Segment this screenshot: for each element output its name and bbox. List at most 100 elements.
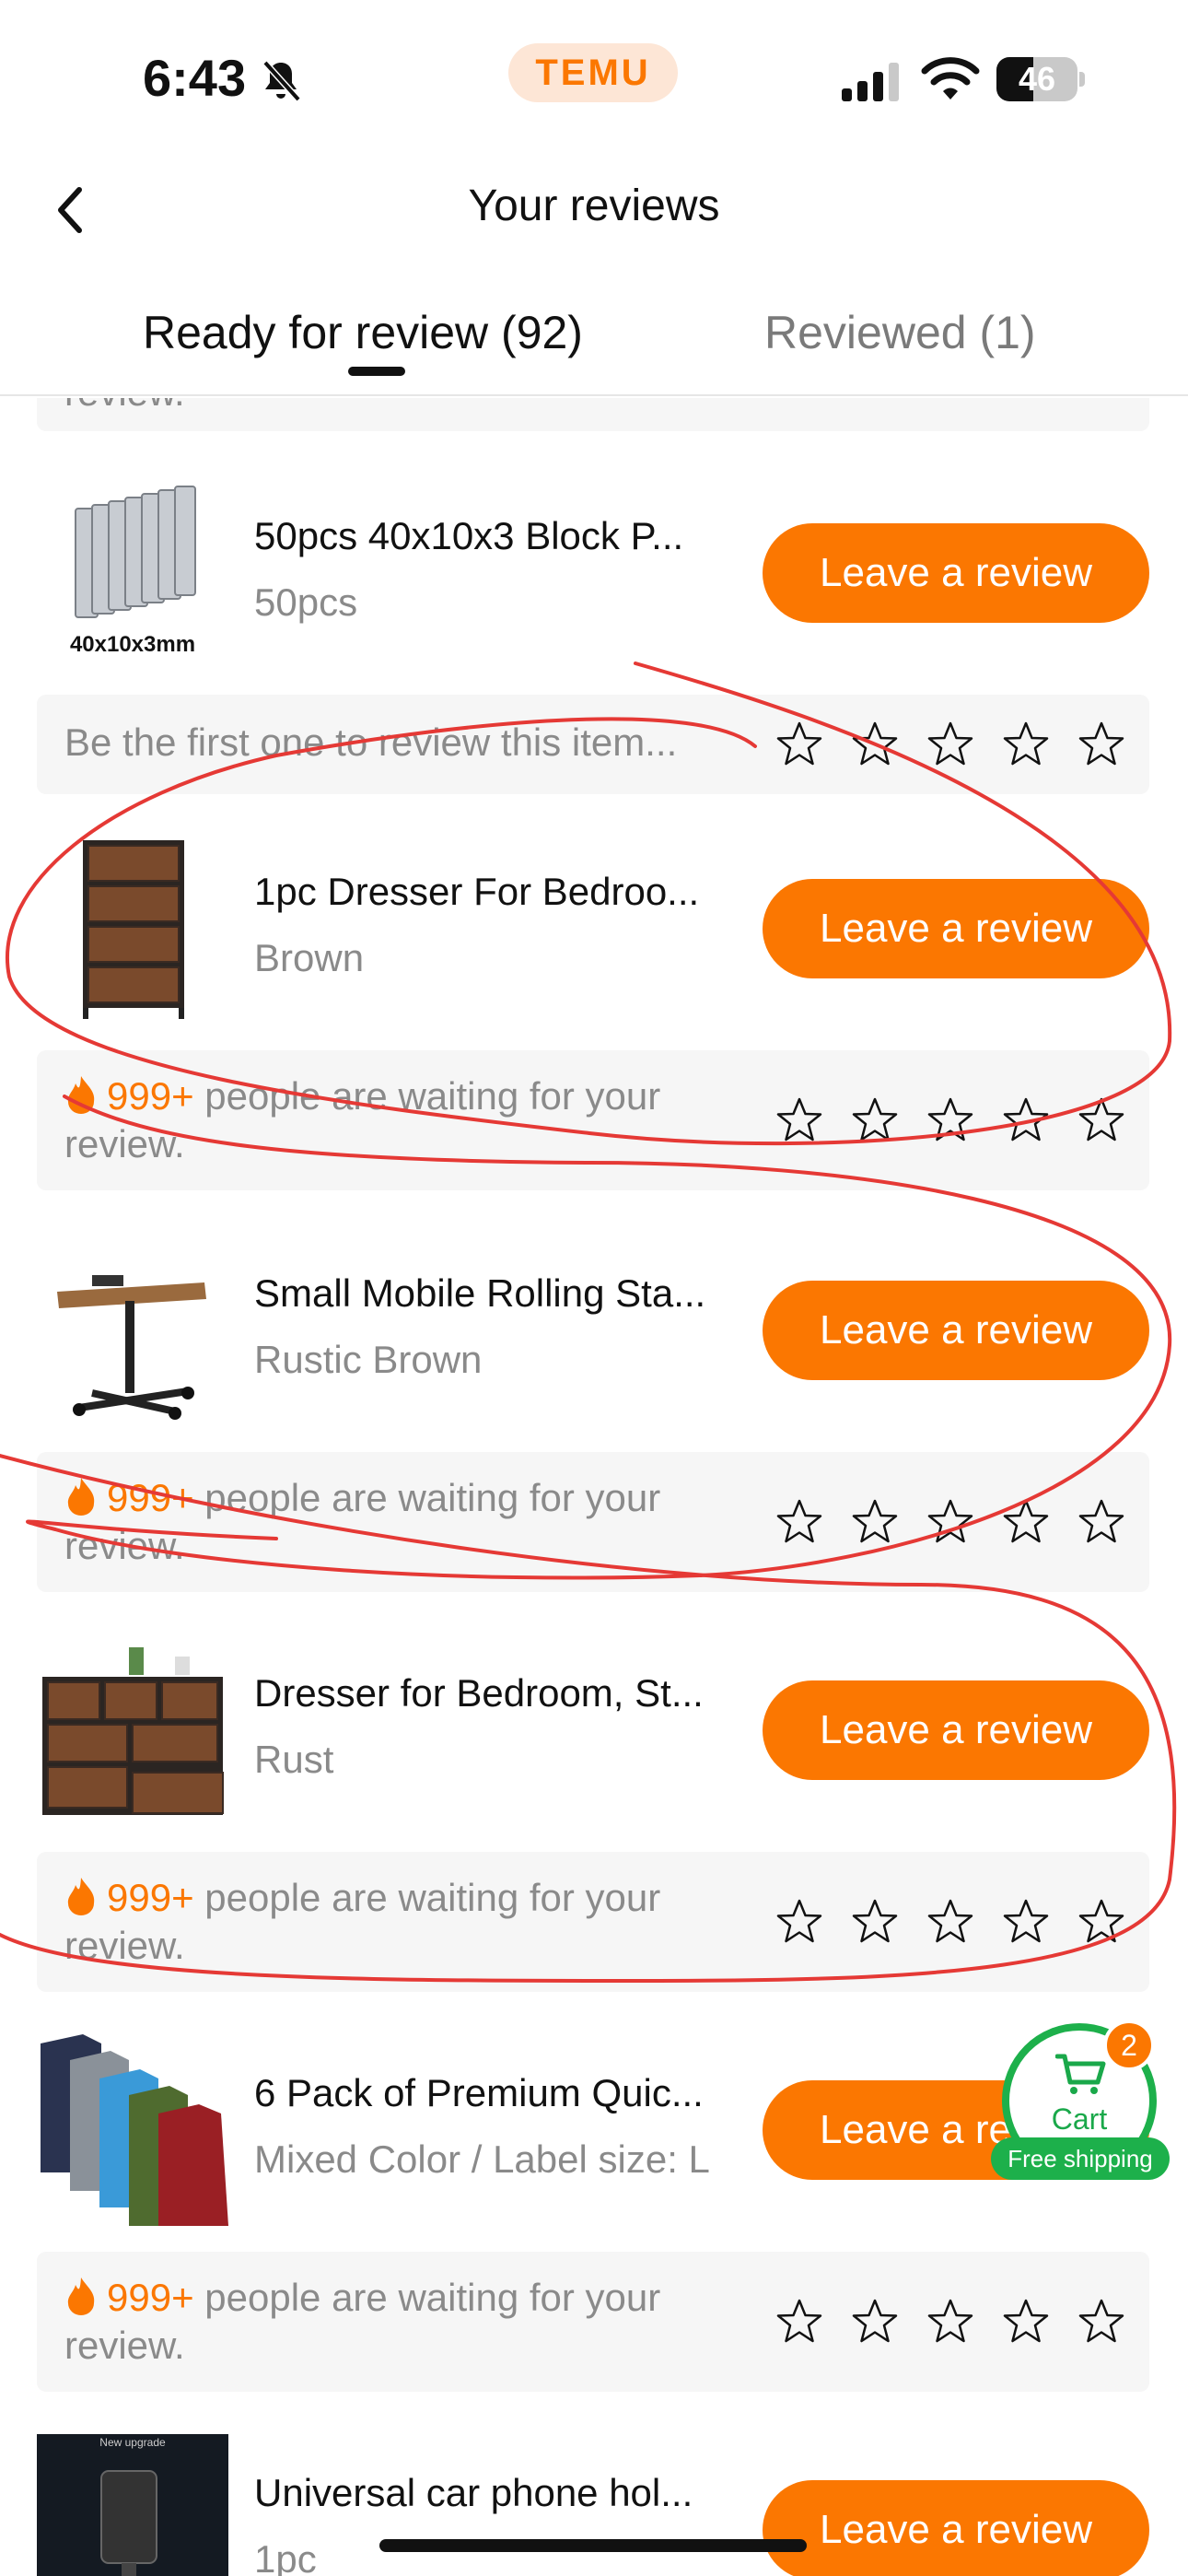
star-outline-icon[interactable] [775,1498,823,1546]
leave-review-button[interactable]: Leave a review [763,879,1149,978]
star-outline-icon[interactable] [775,720,823,768]
flame-icon [67,1076,95,1114]
dresser-image [83,840,184,1019]
phone-holder-image [100,2470,157,2576]
product-image[interactable] [37,1235,228,1426]
star-outline-icon[interactable] [1002,2298,1050,2346]
product-name[interactable]: Small Mobile Rolling Sta... [254,1271,742,1316]
waiting-count: 999+ [107,2276,194,2319]
list-item: Small Mobile Rolling Sta... Rustic Brown… [0,1235,1188,1428]
waiting-count: 999+ [107,1876,194,1919]
product-variant: Mixed Color / Label size: L [254,2137,710,2181]
product-name[interactable]: Universal car phone hol... [254,2471,742,2515]
wifi-icon [921,57,980,100]
star-outline-icon[interactable] [1077,1898,1125,1946]
star-outline-icon[interactable] [1002,1498,1050,1546]
star-outline-icon[interactable] [1077,1498,1125,1546]
product-image[interactable]: 40x10x3mm [37,477,228,669]
star-rating[interactable] [775,2298,1125,2346]
star-outline-icon[interactable] [926,1498,974,1546]
rolling-stand-image [57,1275,206,1420]
review-prompt: 999+ people are waiting for your review. [37,1452,1149,1592]
star-outline-icon[interactable] [926,2298,974,2346]
cart-count-badge: 2 [1103,2020,1155,2071]
active-tab-indicator [348,367,405,376]
star-rating[interactable] [775,1898,1125,1946]
star-outline-icon[interactable] [775,1096,823,1144]
star-outline-icon[interactable] [1002,1096,1050,1144]
bell-slash-icon [262,60,301,102]
tab-reviewed[interactable]: Reviewed (1) [764,306,1036,359]
signal-icon [842,63,899,101]
product-image[interactable]: New upgrade [37,2434,228,2576]
list-item: New upgrade Universal car phone hol... 1… [0,2434,1188,2576]
star-outline-icon[interactable] [775,1898,823,1946]
review-prompt: 999+ people are waiting for your review. [37,2252,1149,2392]
page-title: Your reviews [468,181,720,230]
waiting-count: 999+ [107,1074,194,1118]
flame-icon [67,1878,95,1915]
cart-label: Cart [1051,2102,1108,2136]
star-outline-icon[interactable] [851,1096,899,1144]
prompt-text: review. [64,398,783,416]
review-prompt: 999+ people are waiting for your review. [37,1050,1149,1190]
product-variant: Rust [254,1738,334,1781]
prompt-text: 999+ people are waiting for your review. [64,1874,783,1970]
list-item: Dresser for Bedroom, St... Rust Leave a … [0,1634,1188,1828]
star-outline-icon[interactable] [851,720,899,768]
review-prompt: review. [37,398,1149,431]
flame-icon [67,2277,95,2315]
flame-icon [67,1478,95,1516]
tshirts-image [41,2034,228,2226]
star-outline-icon[interactable] [1002,720,1050,768]
product-name[interactable]: 50pcs 40x10x3 Block P... [254,514,742,558]
star-outline-icon[interactable] [775,2298,823,2346]
review-tabs: Ready for review (92) Reviewed (1) [0,295,1188,396]
star-outline-icon[interactable] [1077,2298,1125,2346]
list-item: 1pc Dresser For Bedroo... Brown Leave a … [0,833,1188,1026]
star-outline-icon[interactable] [851,1898,899,1946]
leave-review-button[interactable]: Leave a review [763,1680,1149,1780]
product-variant: 50pcs [254,580,358,624]
prompt-text: 999+ people are waiting for your review. [64,1072,783,1168]
waiting-count: 999+ [107,1476,194,1519]
leave-review-button[interactable]: Leave a review [763,2480,1149,2576]
dresser-wide-image [42,1647,224,1815]
star-outline-icon[interactable] [851,2298,899,2346]
status-time: 6:43 [143,49,247,107]
star-outline-icon[interactable] [1077,720,1125,768]
leave-review-button[interactable]: Leave a review [763,523,1149,623]
tab-ready-for-review[interactable]: Ready for review (92) [143,306,583,359]
list-item: 40x10x3mm 50pcs 40x10x3 Block P... 50pcs… [0,477,1188,671]
star-outline-icon[interactable] [851,1498,899,1546]
star-outline-icon[interactable] [926,720,974,768]
prompt-text: Be the first one to review this item... [64,720,678,764]
star-rating[interactable] [775,1498,1125,1546]
prompt-text: 999+ people are waiting for your review. [64,2274,783,2370]
product-name[interactable]: 6 Pack of Premium Quic... [254,2071,742,2115]
product-image[interactable] [37,1634,228,1826]
star-outline-icon[interactable] [1077,1096,1125,1144]
review-list: review. 40x10x3mm 50pcs 40x10x3 Block P.… [0,398,1188,2576]
battery-icon: 46 [996,57,1085,101]
star-rating[interactable] [775,1096,1125,1144]
product-name[interactable]: 1pc Dresser For Bedroo... [254,870,742,914]
temu-logo: TEMU [508,43,678,102]
leave-review-button[interactable]: Leave a review [763,1281,1149,1380]
star-rating[interactable] [775,720,1125,768]
product-name[interactable]: Dresser for Bedroom, St... [254,1671,742,1715]
product-image[interactable] [37,2034,228,2226]
product-variant: Brown [254,936,365,979]
star-outline-icon[interactable] [1002,1898,1050,1946]
product-variant: Rustic Brown [254,1338,483,1381]
home-indicator [379,2539,807,2552]
cart-icon [1055,2054,1106,2094]
prompt-text: 999+ people are waiting for your review. [64,1474,783,1570]
star-outline-icon[interactable] [926,1096,974,1144]
status-bar: 6:43 TEMU 46 [0,0,1188,157]
review-prompt: Be the first one to review this item... [37,695,1149,794]
product-image[interactable] [37,833,228,1025]
star-outline-icon[interactable] [926,1898,974,1946]
battery-percent: 46 [1018,60,1056,98]
review-prompt: 999+ people are waiting for your review. [37,1852,1149,1992]
